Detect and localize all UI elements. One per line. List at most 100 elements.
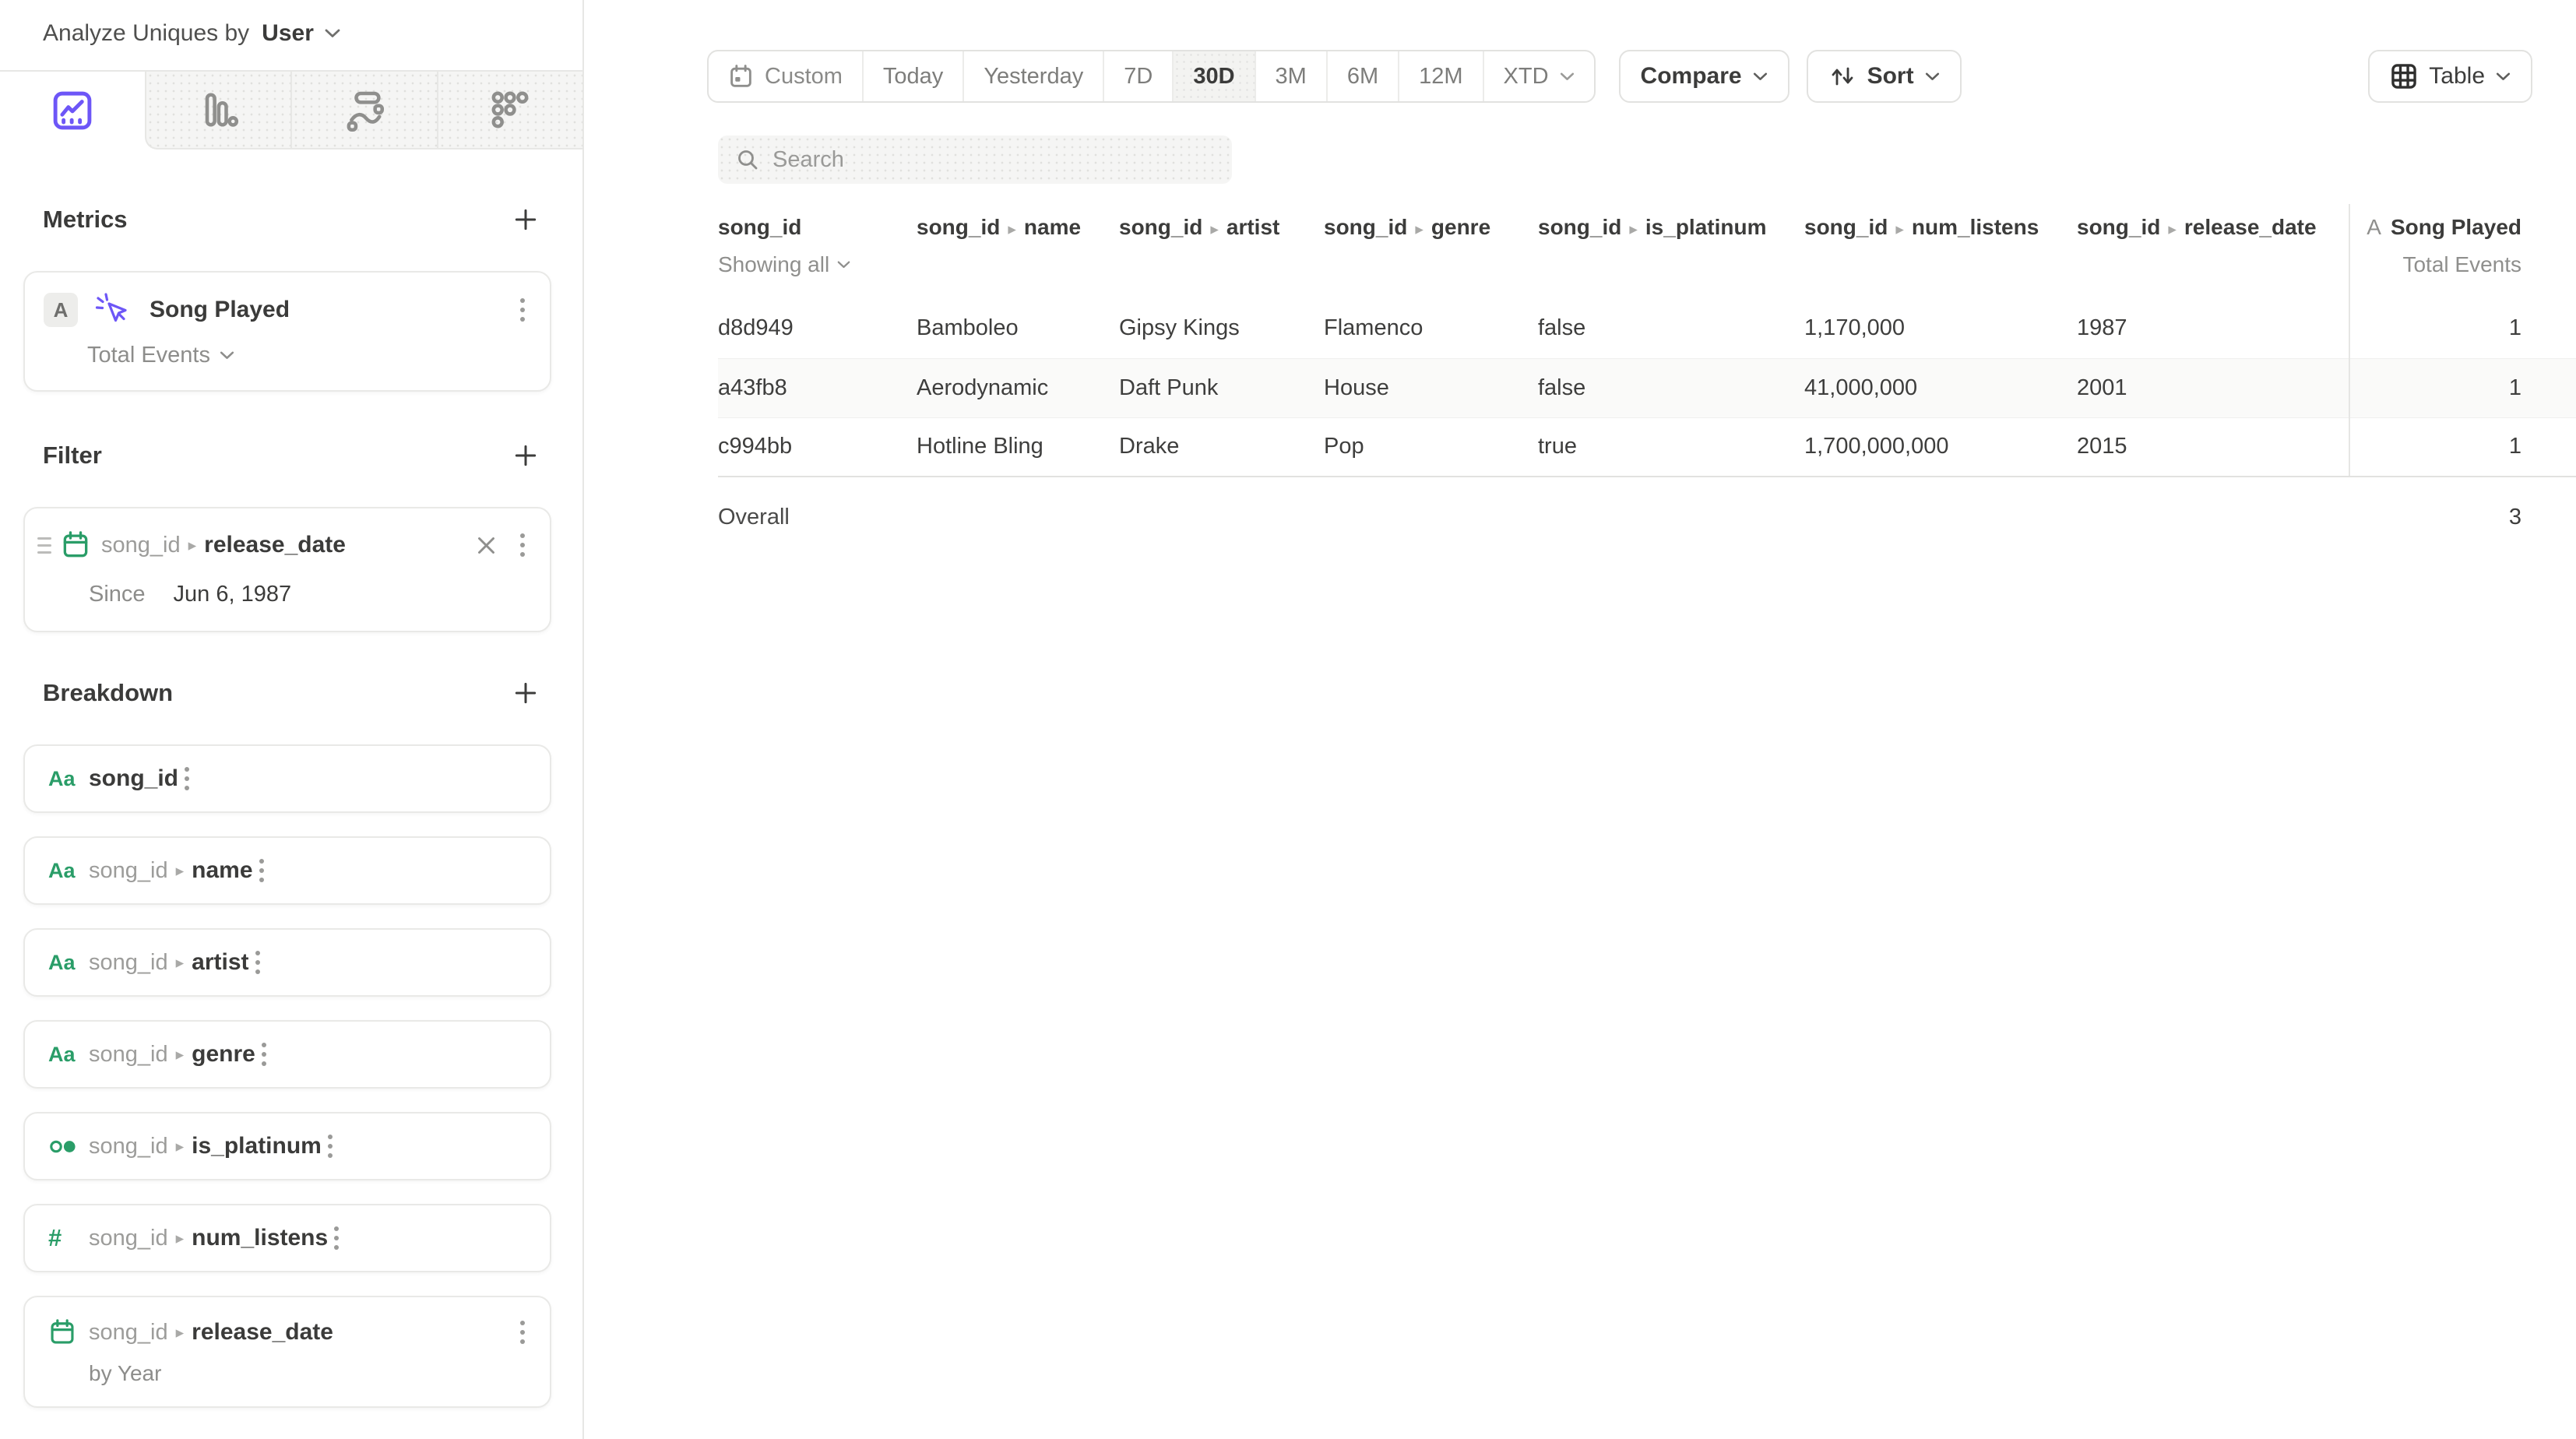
date-property-icon <box>61 530 101 560</box>
add-breakdown-button[interactable] <box>512 680 539 706</box>
range-xtd[interactable]: XTD <box>1483 51 1594 101</box>
showing-all-dropdown[interactable]: Showing all <box>718 252 901 277</box>
cell-metric-value: 1 <box>2349 299 2576 358</box>
table-row[interactable]: c994bb Hotline Bling Drake Pop true 1,70… <box>718 417 2576 477</box>
column-prefix: song_id <box>2077 215 2160 239</box>
breakdown-kebab-menu[interactable] <box>322 1130 339 1163</box>
range-3m[interactable]: 3M <box>1255 51 1326 101</box>
range-yesterday[interactable]: Yesterday <box>962 51 1103 101</box>
metric-kebab-menu[interactable] <box>514 294 531 326</box>
column-label: is_platinum <box>1645 215 1767 239</box>
breakdown-kebab-menu[interactable] <box>249 946 266 979</box>
text-property-icon: Aa <box>48 767 89 791</box>
breakdown-card-release-date[interactable]: song_id release_date by Year <box>23 1296 551 1408</box>
column-header-metric[interactable]: ASong Played Total Events <box>2349 204 2576 299</box>
cell-genre: Flamenco <box>1324 299 1538 358</box>
breakdown-card-artist[interactable]: Aa song_id artist <box>23 928 551 997</box>
column-header-is-platinum[interactable]: song_id is_platinum <box>1538 204 1804 299</box>
breakdown-card-song-id[interactable]: Aa song_id <box>23 744 551 813</box>
breakdown-card-is-platinum[interactable]: song_id is_platinum <box>23 1112 551 1180</box>
column-label: num_listens <box>1912 215 2039 239</box>
range-12m[interactable]: 12M <box>1398 51 1482 101</box>
filter-kebab-menu[interactable] <box>514 529 531 561</box>
range-label: Today <box>883 64 943 90</box>
report-toolbar: Custom Today Yesterday 7D 30D 3M 6M 12M … <box>707 50 2532 103</box>
analyze-entity-dropdown[interactable]: User <box>262 20 314 47</box>
breakdown-kebab-menu[interactable] <box>514 1316 531 1349</box>
breakdown-kebab-menu[interactable] <box>328 1222 345 1254</box>
app: Analyze Uniques by User <box>0 0 2576 1439</box>
sort-button[interactable]: Sort <box>1807 50 1962 103</box>
breakdown-kebab-menu[interactable] <box>178 762 195 795</box>
range-custom[interactable]: Custom <box>709 51 862 101</box>
column-header-name[interactable]: song_idname <box>917 204 1119 299</box>
metric-aggregation-dropdown[interactable]: Total Events <box>87 343 531 368</box>
view-type-button[interactable]: Table <box>2368 50 2532 103</box>
breakdown-prefix: song_id <box>89 1042 168 1068</box>
filter-card[interactable]: song_id release_date Since Jun 6, 1987 <box>23 507 551 632</box>
drag-handle-icon[interactable] <box>37 537 53 554</box>
range-today[interactable]: Today <box>862 51 962 101</box>
column-header-genre[interactable]: song_idgenre <box>1324 204 1538 299</box>
metric-event-name: Song Played <box>150 297 290 323</box>
column-prefix: song_id <box>1804 215 1888 239</box>
event-click-icon <box>95 291 132 329</box>
range-label: Custom <box>765 64 843 90</box>
breakdown-prefix: song_id <box>89 1320 168 1346</box>
search-icon <box>735 147 760 172</box>
breakdown-bucket-dropdown[interactable]: by Year <box>89 1361 531 1386</box>
tab-retention[interactable] <box>437 72 583 150</box>
tab-bar-chart[interactable] <box>145 72 291 150</box>
column-header-release-date[interactable]: song_idrelease_date <box>2077 204 2349 299</box>
report-type-tabs <box>0 70 582 150</box>
text-property-icon: Aa <box>48 951 89 975</box>
range-7d[interactable]: 7D <box>1103 51 1172 101</box>
table-row[interactable]: d8d949 Bamboleo Gipsy Kings Flamenco fal… <box>718 299 2576 358</box>
breakdown-list: Aa song_id Aa song_id name Aa song_id ar… <box>0 744 582 1408</box>
range-label: 30D <box>1193 64 1234 90</box>
column-label: artist <box>1226 215 1279 239</box>
range-6m[interactable]: 6M <box>1326 51 1398 101</box>
cell-genre: House <box>1324 358 1538 417</box>
cell-song-id: d8d949 <box>718 299 917 358</box>
add-filter-button[interactable] <box>512 442 539 469</box>
cell-release-date: 2015 <box>2077 417 2349 477</box>
compare-button[interactable]: Compare <box>1619 50 1789 103</box>
tab-insights[interactable] <box>0 72 145 150</box>
table-row[interactable]: a43fb8 Aerodynamic Daft Punk House false… <box>718 358 2576 417</box>
cell-is-platinum: false <box>1538 299 1804 358</box>
breakdown-card-num-listens[interactable]: # song_id num_listens <box>23 1204 551 1272</box>
breakdown-kebab-menu[interactable] <box>255 1038 273 1071</box>
column-prefix: song_id <box>1324 215 1407 239</box>
column-header-song-id[interactable]: song_id Showing all <box>718 204 917 299</box>
breakdown-kebab-menu[interactable] <box>253 854 270 887</box>
breadcrumb-caret-icon <box>176 861 185 881</box>
column-prefix: song_id <box>1119 215 1202 239</box>
column-prefix: song_id <box>1538 215 1621 239</box>
range-label: 12M <box>1419 64 1462 90</box>
metric-card[interactable]: A Song Played Total Events <box>23 271 551 392</box>
column-header-artist[interactable]: song_id artist <box>1119 204 1324 299</box>
chevron-down-icon <box>1753 72 1768 81</box>
filter-operator-dropdown[interactable]: Since <box>89 582 146 607</box>
search-area <box>718 135 2576 184</box>
remove-filter-icon[interactable] <box>476 535 497 556</box>
cell-song-id: c994bb <box>718 417 917 477</box>
date-property-icon <box>48 1318 89 1346</box>
breakdown-card-name[interactable]: Aa song_id name <box>23 836 551 905</box>
add-metric-button[interactable] <box>512 206 539 233</box>
search-input[interactable] <box>772 147 1215 173</box>
cell-song-id: a43fb8 <box>718 358 917 417</box>
filter-value[interactable]: Jun 6, 1987 <box>174 582 292 607</box>
range-label: 7D <box>1124 64 1153 90</box>
tab-flows[interactable] <box>290 72 437 150</box>
range-30d[interactable]: 30D <box>1172 51 1254 101</box>
search-box[interactable] <box>718 135 1232 184</box>
column-header-num-listens[interactable]: song_id num_listens <box>1804 204 2077 299</box>
breadcrumb-caret-icon <box>2168 220 2177 238</box>
cell-name: Bamboleo <box>917 299 1119 358</box>
overall-value: 3 <box>2349 477 2576 558</box>
breakdown-card-genre[interactable]: Aa song_id genre <box>23 1020 551 1089</box>
metric-name: Song Played <box>2391 215 2521 239</box>
metrics-title: Metrics <box>43 206 128 234</box>
